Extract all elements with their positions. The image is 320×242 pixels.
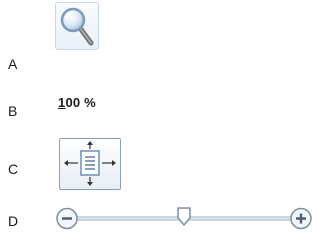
fit-page-button[interactable]: [59, 138, 121, 190]
zoom-out-minus-icon[interactable]: [56, 207, 78, 230]
fit-page-icon: [64, 141, 116, 186]
zoom-in-plus-icon[interactable]: [290, 207, 312, 230]
magnifier-icon: [60, 7, 94, 46]
label-a: A: [8, 56, 18, 72]
zoom-button[interactable]: [55, 2, 99, 50]
zoom-slider[interactable]: [56, 204, 312, 234]
label-b: B: [8, 103, 18, 119]
label-d: D: [8, 213, 19, 229]
zoom-percentage-value: 00 %: [65, 95, 96, 110]
label-c: C: [8, 161, 19, 177]
zoom-percentage-button[interactable]: 100 %: [58, 95, 96, 110]
slider-thumb[interactable]: [177, 207, 191, 226]
